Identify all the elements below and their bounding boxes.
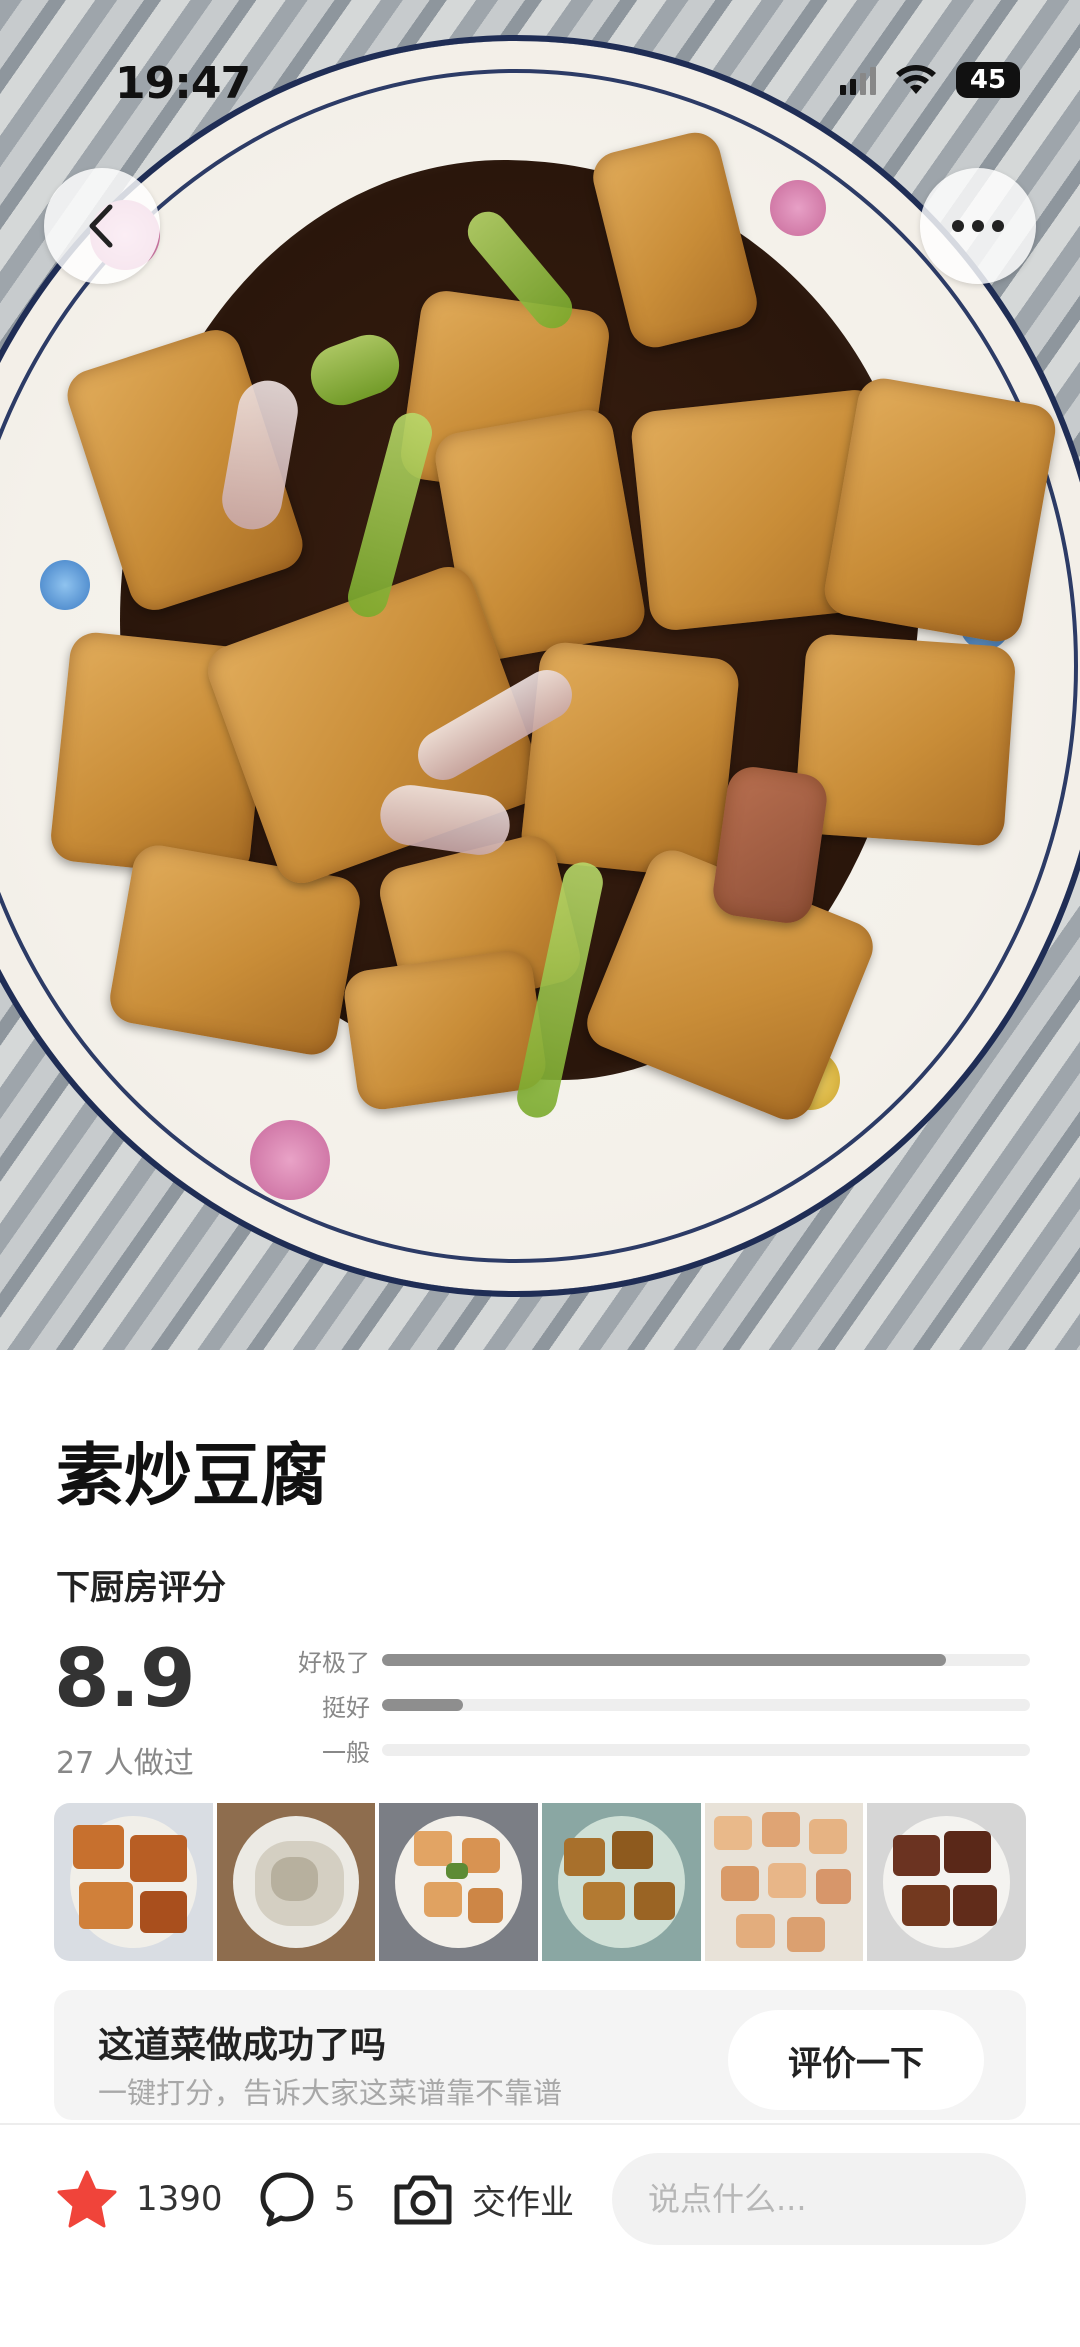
- rating-bar-row: 一般: [290, 1730, 1030, 1770]
- rating-bar-track: [382, 1654, 1030, 1666]
- homework-label: 交作业: [472, 2182, 574, 2223]
- back-button[interactable]: [44, 168, 160, 284]
- battery-icon: 45: [956, 62, 1020, 98]
- star-icon: [57, 2170, 117, 2228]
- cooked-photo-thumbnail[interactable]: [867, 1803, 1026, 1961]
- cooked-photo-thumbnail[interactable]: [379, 1803, 539, 1961]
- rating-bar-fill: [382, 1699, 463, 1711]
- recipe-page: 19:47 45 素炒豆腐 下厨房评分 8.9 27 人做过 好极了 挺好 一般…: [0, 0, 1080, 2347]
- plate-flower: [770, 180, 826, 236]
- more-button[interactable]: [920, 168, 1036, 284]
- cooked-photo-thumbnail[interactable]: [542, 1803, 701, 1961]
- cooked-photo-thumbnail[interactable]: [704, 1803, 864, 1961]
- rating-bar-track: [382, 1744, 1030, 1756]
- favorite-button[interactable]: 1390: [56, 2164, 223, 2234]
- wifi-icon: [896, 65, 936, 94]
- rate-prompt-card: 这道菜做成功了吗 一键打分，告诉大家这菜谱靠不靠谱 评价一下: [54, 1990, 1026, 2120]
- chevron-left-icon: [89, 204, 113, 248]
- rating-bar-row: 好极了: [290, 1640, 1030, 1680]
- homework-button[interactable]: 交作业: [392, 2164, 574, 2234]
- tofu-piece: [793, 632, 1017, 848]
- plate-flower: [250, 1120, 330, 1200]
- rating-bar-label: 一般: [322, 1738, 370, 1767]
- ellipsis-icon: [952, 220, 1004, 232]
- comment-icon: [260, 2172, 314, 2227]
- plate-flower: [40, 560, 90, 610]
- status-icons: 45: [840, 62, 1020, 98]
- rating-score: 8.9: [54, 1632, 196, 1725]
- rate-prompt-subtitle: 一键打分，告诉大家这菜谱靠不靠谱: [98, 2076, 563, 2110]
- status-time: 19:47: [115, 58, 251, 109]
- favorite-count: 1390: [136, 2179, 223, 2219]
- bottom-action-bar: 1390 5 交作业: [0, 2140, 1080, 2260]
- rating-bar-fill: [382, 1654, 946, 1666]
- recipe-title: 素炒豆腐: [56, 1437, 329, 1516]
- cooked-photo-thumbnail[interactable]: [216, 1803, 376, 1961]
- camera-icon: [394, 2175, 452, 2225]
- cooked-photos-strip: [54, 1803, 1026, 1961]
- comment-button[interactable]: 5: [258, 2164, 356, 2234]
- rating-bar-label: 挺好: [322, 1693, 370, 1722]
- rating-label: 下厨房评分: [56, 1568, 226, 1608]
- tofu-piece: [820, 374, 1060, 646]
- rating-bar-label: 好极了: [298, 1648, 370, 1677]
- comment-input[interactable]: [612, 2153, 1026, 2245]
- rating-bar-row: 挺好: [290, 1685, 1030, 1725]
- tofu-piece: [710, 763, 830, 927]
- comment-count: 5: [334, 2179, 356, 2219]
- rate-prompt-title: 这道菜做成功了吗: [98, 2025, 387, 2066]
- rating-bar-track: [382, 1699, 1030, 1711]
- divider: [0, 2123, 1080, 2125]
- cooked-photo-thumbnail[interactable]: [54, 1803, 213, 1961]
- cooked-count: 27 人做过: [56, 1746, 194, 1781]
- recipe-photo: 19:47 45: [0, 0, 1080, 1350]
- signal-icon: [840, 67, 876, 95]
- rate-button[interactable]: 评价一下: [728, 2010, 984, 2110]
